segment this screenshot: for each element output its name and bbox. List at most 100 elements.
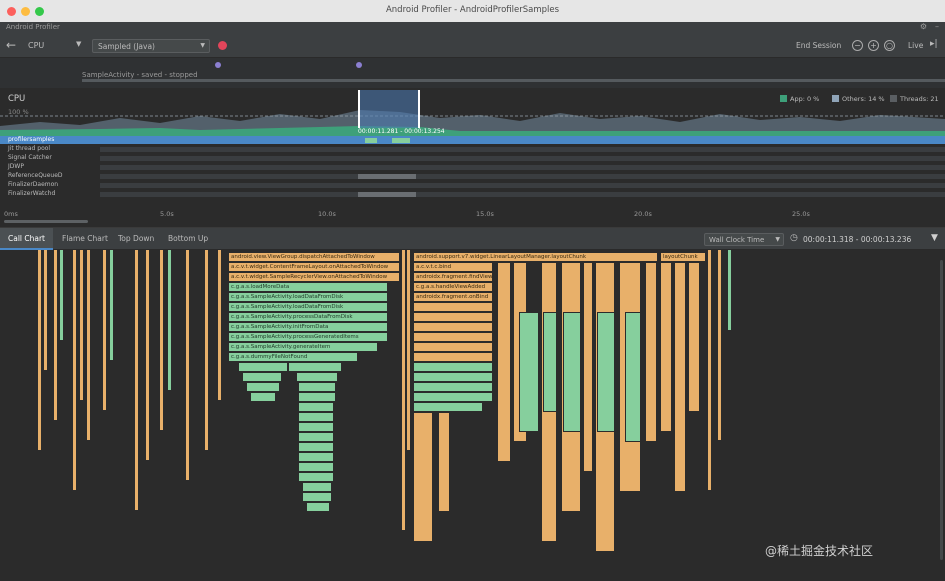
call-frame[interactable]: androidx.fragment.onBind <box>413 292 493 302</box>
call-frame[interactable] <box>186 250 189 480</box>
user-event-marker[interactable] <box>356 62 362 68</box>
call-frame[interactable] <box>583 262 593 472</box>
call-frame[interactable] <box>688 262 700 412</box>
call-chart[interactable]: android.view.ViewGroup.dispatchAttachedT… <box>0 250 945 581</box>
call-frame[interactable] <box>413 392 493 402</box>
call-frame[interactable]: c.g.a.s.SampleActivity.generateItem <box>228 342 378 352</box>
call-frame[interactable] <box>87 250 90 440</box>
timeline-scrollbar[interactable] <box>4 220 88 223</box>
call-frame[interactable] <box>413 352 493 362</box>
call-frame[interactable] <box>413 412 433 542</box>
call-frame[interactable] <box>519 312 539 432</box>
call-frame[interactable]: a.c.v.t.c.bind <box>413 262 493 272</box>
call-frame[interactable] <box>413 402 483 412</box>
call-frame[interactable]: androidx.fragment.findView <box>413 272 493 282</box>
call-frame[interactable]: c.g.a.s.SampleActivity.loadDataFromDisk <box>228 292 388 302</box>
call-frame[interactable] <box>103 250 106 410</box>
call-frame[interactable] <box>298 402 334 412</box>
tab-call-chart[interactable]: Call Chart <box>0 228 53 250</box>
call-frame[interactable]: c.g.a.s.loadMoreData <box>228 282 388 292</box>
call-frame[interactable] <box>543 312 557 412</box>
call-frame[interactable] <box>298 442 334 452</box>
call-frame[interactable]: c.g.a.s.SampleActivity.processGeneratedI… <box>228 332 388 342</box>
tab-flame-chart[interactable]: Flame Chart <box>54 228 116 250</box>
call-frame[interactable] <box>718 250 721 440</box>
call-frame[interactable] <box>168 250 171 390</box>
call-frame[interactable] <box>298 422 334 432</box>
call-frame[interactable] <box>413 302 493 312</box>
tab-top-down[interactable]: Top Down <box>110 228 162 250</box>
call-frame[interactable] <box>242 372 282 382</box>
call-frame[interactable] <box>597 312 615 432</box>
call-frame[interactable] <box>54 250 57 420</box>
call-frame[interactable] <box>497 262 511 462</box>
reset-zoom-icon[interactable]: ○ <box>884 40 895 51</box>
call-frame[interactable] <box>250 392 276 402</box>
gear-icon[interactable]: ⚙ <box>920 22 927 31</box>
call-frame[interactable] <box>218 250 221 400</box>
hide-panel-icon[interactable]: – <box>935 22 939 31</box>
user-event-marker[interactable] <box>215 62 221 68</box>
call-frame[interactable] <box>728 250 731 330</box>
thread-row[interactable]: profilersamples <box>0 136 945 144</box>
call-frame[interactable] <box>238 362 288 372</box>
thread-row[interactable]: ReferenceQueueD <box>0 172 945 180</box>
chevron-down-icon[interactable]: ▼ <box>76 40 81 48</box>
end-session-button[interactable]: End Session <box>796 41 841 50</box>
call-frame[interactable] <box>438 412 450 512</box>
call-frame[interactable] <box>660 262 672 432</box>
call-frame[interactable] <box>413 372 493 382</box>
call-frame[interactable] <box>413 382 493 392</box>
call-frame[interactable]: layoutChunk <box>660 252 706 262</box>
selection-range[interactable] <box>358 90 420 128</box>
zoom-out-icon[interactable]: − <box>852 40 863 51</box>
call-frame[interactable] <box>298 462 334 472</box>
call-frame[interactable] <box>60 250 63 340</box>
profiler-selector[interactable]: CPU <box>28 41 44 50</box>
call-frame[interactable] <box>413 312 493 322</box>
call-frame[interactable] <box>146 250 149 460</box>
call-frame[interactable] <box>645 262 657 442</box>
tab-bottom-up[interactable]: Bottom Up <box>160 228 216 250</box>
call-frame[interactable]: a.c.v.t.widget.SampleRecyclerView.onAtta… <box>228 272 400 282</box>
call-frame[interactable] <box>135 250 138 510</box>
call-frame[interactable] <box>160 250 163 430</box>
call-frame[interactable] <box>44 250 47 370</box>
call-frame[interactable] <box>205 250 208 450</box>
thread-row[interactable]: FinalizerDaemon <box>0 181 945 189</box>
call-frame[interactable] <box>674 262 686 492</box>
call-frame[interactable]: android.support.v7.widget.LinearLayoutMa… <box>413 252 658 262</box>
call-frame[interactable] <box>413 332 493 342</box>
call-frame[interactable]: c.g.a.s.SampleActivity.processDataFromDi… <box>228 312 388 322</box>
call-frame[interactable] <box>298 472 334 482</box>
call-frame[interactable] <box>302 492 332 502</box>
call-chart-scrollbar[interactable] <box>940 260 943 560</box>
call-frame[interactable] <box>246 382 280 392</box>
call-frame[interactable] <box>288 362 342 372</box>
call-frame[interactable] <box>413 322 493 332</box>
call-frame[interactable] <box>413 342 493 352</box>
call-frame[interactable] <box>298 382 336 392</box>
call-frame[interactable] <box>302 482 332 492</box>
clock-type-select[interactable]: Wall Clock Time ▼ <box>704 233 784 246</box>
recording-config-select[interactable]: Sampled (Java) ▼ <box>92 39 210 53</box>
back-arrow-icon[interactable]: ← <box>6 38 16 52</box>
call-frame[interactable]: a.c.v.t.widget.ContentFrameLayout.onAtta… <box>228 262 400 272</box>
call-frame[interactable] <box>298 452 334 462</box>
thread-row[interactable]: FinalizerWatchd <box>0 190 945 198</box>
thread-row[interactable]: Jit thread pool <box>0 145 945 153</box>
call-frame[interactable] <box>708 250 711 490</box>
call-frame[interactable]: android.view.ViewGroup.dispatchAttachedT… <box>228 252 400 262</box>
record-button[interactable] <box>218 41 227 50</box>
call-frame[interactable]: c.g.a.s.SampleActivity.initFromData <box>228 322 388 332</box>
call-frame[interactable] <box>298 412 334 422</box>
call-frame[interactable] <box>298 392 336 402</box>
call-frame[interactable] <box>73 250 76 490</box>
call-frame[interactable] <box>80 250 83 400</box>
thread-row[interactable]: Signal Catcher <box>0 154 945 162</box>
call-frame[interactable] <box>306 502 330 512</box>
cpu-usage-chart[interactable]: CPU 100 % App: 0 % Others: 14 % Threads:… <box>0 88 945 136</box>
call-frame[interactable] <box>110 250 113 360</box>
thread-row[interactable]: JDWP <box>0 163 945 171</box>
call-frame[interactable] <box>407 250 410 450</box>
